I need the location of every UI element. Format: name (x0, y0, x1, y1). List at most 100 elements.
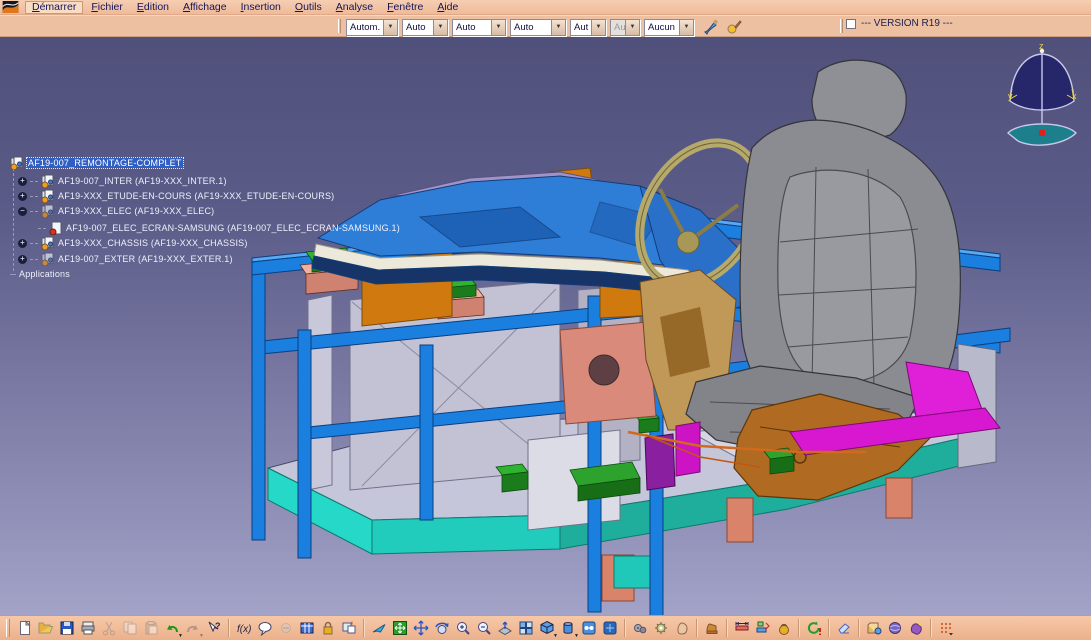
wizard-icon[interactable] (724, 17, 744, 37)
hyperlink-icon (276, 618, 296, 638)
menu-demarrer[interactable]: Démarrer (25, 1, 83, 14)
window-layout-icon[interactable] (339, 618, 359, 638)
formula-fx-icon[interactable]: f(x) (234, 618, 254, 638)
version-toolbar: --- VERSION R19 --- (846, 18, 953, 29)
toolbar-separator (363, 619, 365, 637)
menu-analyse[interactable]: Analyse (330, 1, 379, 14)
tree-node-inter[interactable]: + AF19-007_INTER (AF19-XXX_INTER.1) (18, 174, 227, 188)
fly-mode-icon[interactable] (369, 618, 389, 638)
menu-bar: Démarrer Fichier Edition Affichage Inser… (0, 0, 1091, 15)
fit-all-icon[interactable] (390, 618, 410, 638)
swap-visible-space-icon[interactable] (600, 618, 620, 638)
layer-dropdown: Aut▼ (610, 19, 640, 36)
model-side-plate[interactable] (560, 322, 656, 424)
update-icon[interactable] (804, 618, 824, 638)
chevron-down-icon[interactable]: ▼ (383, 20, 397, 35)
painter-icon[interactable] (701, 17, 721, 37)
copy-icon (120, 618, 140, 638)
chevron-down-icon[interactable]: ▼ (491, 20, 505, 35)
dropdown-value: Auto (453, 22, 491, 33)
erase-icon[interactable] (834, 618, 854, 638)
chevron-down-icon[interactable]: ▼ (433, 20, 447, 35)
standard-toolbar: ▼▼?f(x)▼▼ (0, 615, 1091, 640)
multi-view-icon[interactable] (516, 618, 536, 638)
whats-this-icon[interactable]: ? (204, 618, 224, 638)
catalog-browser-icon[interactable] (864, 618, 884, 638)
menu-fichier[interactable]: Fichier (85, 1, 129, 14)
tree-node-label: AF19-007_INTER (AF19-XXX_INTER.1) (58, 176, 227, 186)
compass-origin-dot[interactable] (1039, 130, 1045, 136)
tree-node-etude[interactable]: + AF19-XXX_ETUDE-EN-COURS (AF19-XXX_ETUD… (18, 189, 334, 203)
compass[interactable]: z y x (1000, 41, 1085, 159)
expand-plus-icon[interactable]: + (18, 192, 27, 201)
menu-outils[interactable]: Outils (289, 1, 328, 14)
tree-node-label: Applications (19, 269, 70, 279)
lock-icon[interactable] (318, 618, 338, 638)
menu-edition[interactable]: Edition (131, 1, 175, 14)
design-table-icon[interactable] (297, 618, 317, 638)
save-icon[interactable] (57, 618, 77, 638)
expand-plus-icon[interactable]: + (18, 177, 27, 186)
tree-node-applications[interactable]: Applications (10, 269, 70, 279)
chevron-down-icon[interactable]: ▼ (591, 20, 605, 35)
normal-view-icon[interactable] (495, 618, 515, 638)
color-dropdown[interactable]: Auto▼ (510, 19, 566, 36)
tree-node-elec[interactable]: − AF19-XXX_ELEC (AF19-XXX_ELEC) (18, 204, 214, 218)
toolbar-grip[interactable] (338, 19, 341, 33)
specification-tree: AF19-007_REMONTAGE-COMPLET + AF19-007_IN… (4, 37, 304, 297)
gears-icon[interactable] (630, 618, 650, 638)
undo-icon[interactable]: ▼ (162, 618, 182, 638)
part-library-icon[interactable] (906, 618, 926, 638)
viewport-3d[interactable]: AF19-007_REMONTAGE-COMPLET + AF19-007_IN… (0, 37, 1091, 615)
toolbar-grip[interactable] (6, 619, 10, 637)
point-symbol-dropdown[interactable]: Auto▼ (452, 19, 506, 36)
menu-aide[interactable]: Aide (431, 1, 464, 14)
pan-icon[interactable] (411, 618, 431, 638)
rendering-dropdown[interactable]: Aucun▼ (644, 19, 694, 36)
toolbar-separator (930, 619, 932, 637)
version-checkbox[interactable] (846, 19, 856, 29)
rotate-icon[interactable] (432, 618, 452, 638)
render-style-icon[interactable]: ▼ (558, 618, 578, 638)
expand-plus-icon[interactable]: + (18, 255, 27, 264)
isometric-view-icon[interactable]: ▼ (537, 618, 557, 638)
tree-node-root[interactable]: AF19-007_REMONTAGE-COMPLET (10, 156, 183, 170)
new-document-icon[interactable] (15, 618, 35, 638)
open-icon[interactable] (36, 618, 56, 638)
linetype-dropdown[interactable]: Autom.▼ (346, 19, 398, 36)
redo-icon: ▼ (183, 618, 203, 638)
product-icon (41, 204, 55, 218)
seat-catalog-icon[interactable] (702, 618, 722, 638)
chevron-down-icon[interactable]: ▼ (551, 20, 565, 35)
print-icon[interactable] (78, 618, 98, 638)
tree-node-chassis[interactable]: + AF19-XXX_CHASSIS (AF19-XXX_CHASSIS) (18, 236, 248, 250)
photo-studio-icon[interactable] (885, 618, 905, 638)
chevron-down-icon[interactable]: ▼ (679, 20, 693, 35)
expand-plus-icon[interactable]: + (18, 239, 27, 248)
graphic-properties-toolbar: Autom.▼ Auto▼ Auto▼ Auto▼ Aut▼ Aut▼ Aucu… (0, 15, 1091, 37)
measure-item-icon[interactable] (753, 618, 773, 638)
collapse-minus-icon[interactable]: − (18, 207, 27, 216)
manipulation-hand-icon[interactable] (672, 618, 692, 638)
hide-show-icon[interactable] (579, 618, 599, 638)
toolbar-separator (858, 619, 860, 637)
zoom-out-icon[interactable] (474, 618, 494, 638)
measure-inertia-icon[interactable] (774, 618, 794, 638)
paste-icon (141, 618, 161, 638)
tree-node-label: AF19-XXX_ELEC (AF19-XXX_ELEC) (58, 206, 214, 216)
gear-assistant-icon[interactable] (651, 618, 671, 638)
transparency-dropdown[interactable]: Aut▼ (570, 19, 606, 36)
tree-node-exter[interactable]: + AF19-007_EXTER (AF19-XXX_EXTER.1) (18, 252, 233, 266)
thickness-dropdown[interactable]: Auto▼ (402, 19, 448, 36)
comment-icon[interactable] (255, 618, 275, 638)
measure-between-icon[interactable] (732, 618, 752, 638)
zoom-in-icon[interactable] (453, 618, 473, 638)
more-toolbars-icon[interactable] (936, 618, 956, 638)
tree-node-ecran-samsung[interactable]: AF19-007_ELEC_ECRAN-SAMSUNG (AF19-007_EL… (38, 221, 400, 235)
menu-fenetre[interactable]: Fenêtre (381, 1, 429, 14)
toolbar-separator (228, 619, 230, 637)
version-label: --- VERSION R19 --- (861, 18, 953, 29)
menu-affichage[interactable]: Affichage (177, 1, 233, 14)
toolbar-grip[interactable] (840, 19, 843, 33)
menu-insertion[interactable]: Insertion (235, 1, 287, 14)
